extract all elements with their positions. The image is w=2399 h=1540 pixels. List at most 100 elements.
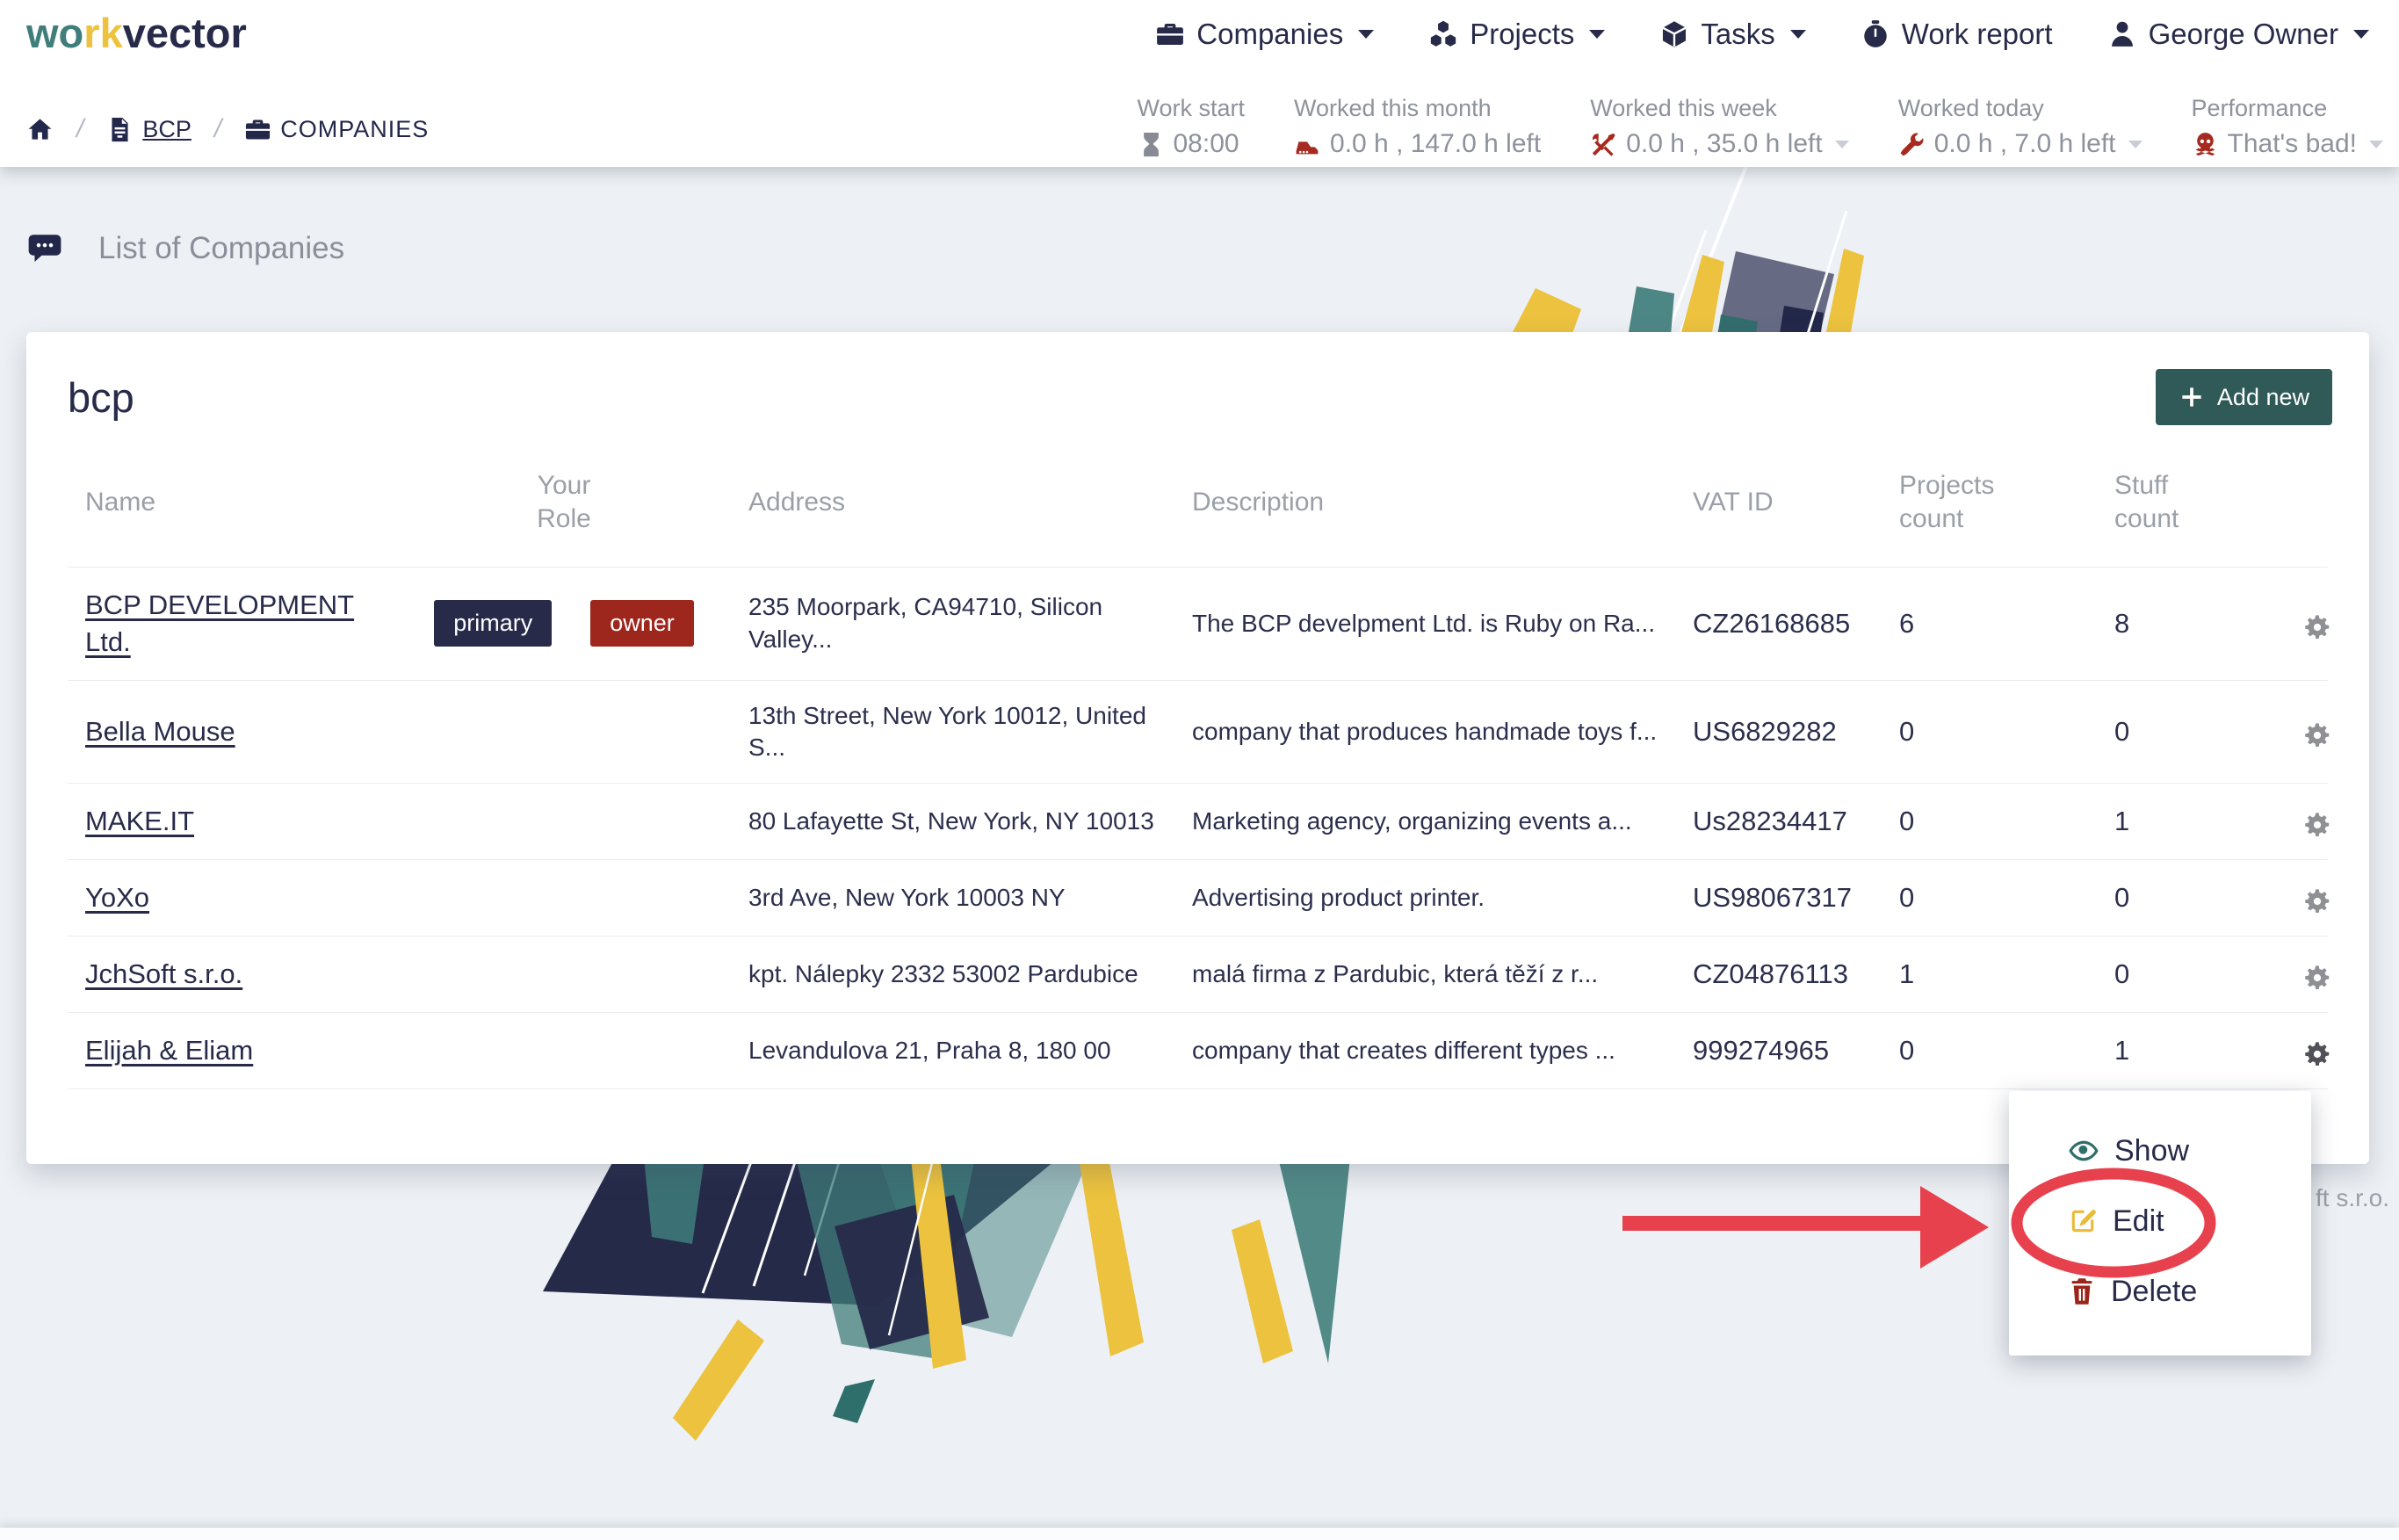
row-actions-button[interactable] — [2303, 613, 2331, 641]
row-actions-button[interactable] — [2303, 887, 2331, 915]
table-row: JchSoft s.r.o. kpt. Nálepky 2332 53002 P… — [68, 936, 2328, 1013]
app-screen: ft s.r.o. workvector Companies Projects … — [0, 0, 2399, 1540]
context-menu-show[interactable]: Show — [2009, 1116, 2311, 1186]
projects-count: 6 — [1882, 567, 2097, 681]
nav-projects[interactable]: Projects — [1428, 18, 1606, 51]
edit-icon — [2067, 1205, 2099, 1237]
company-vat: CZ04876113 — [1675, 936, 1882, 1013]
logo-part-yellow: rk — [83, 10, 123, 56]
company-name-link[interactable]: Elijah & Eliam — [85, 1035, 253, 1066]
briefcase-icon — [244, 116, 271, 143]
company-vat: US98067317 — [1675, 859, 1882, 937]
owner-badge: owner — [590, 600, 694, 647]
breadcrumb: / BCP / COMPANIES — [26, 114, 429, 144]
context-menu-show-label: Show — [2114, 1133, 2190, 1168]
company-description: Marketing agency, organizing events a... — [1174, 783, 1675, 861]
nav-user-menu[interactable]: George Owner — [2107, 18, 2369, 51]
column-header-vat: VAT ID — [1675, 437, 1882, 568]
column-header-name: Name — [68, 437, 406, 568]
stuff-count: 0 — [2097, 936, 2286, 1013]
header-meta-row: / BCP / COMPANIES Work start 08:00 Worke… — [26, 95, 2385, 159]
column-header-address: Address — [731, 437, 1174, 568]
stat-value: 0.0 h , 35.0 h left — [1590, 129, 1849, 159]
stat-value: 0.0 h , 147.0 h left — [1294, 129, 1541, 159]
projects-count: 0 — [1882, 859, 2097, 937]
main-nav: Companies Projects Tasks Work report Geo… — [1155, 0, 2369, 69]
stat-label: Worked today — [1897, 95, 2044, 121]
company-description: Advertising product printer. — [1174, 859, 1675, 937]
context-menu-edit[interactable]: Edit — [2009, 1186, 2311, 1256]
company-address: 13th Street, New York 10012, United S... — [731, 680, 1174, 784]
company-description: company that produces handmade toys f... — [1174, 680, 1675, 784]
stat-label: Performance — [2191, 95, 2328, 121]
breadcrumb-bcp[interactable]: BCP — [106, 116, 191, 143]
nav-work-report[interactable]: Work report — [1861, 18, 2053, 51]
company-description: The BCP develpment Ltd. is Ruby on Ra... — [1174, 567, 1675, 681]
chevron-down-icon[interactable] — [1834, 140, 1849, 148]
user-icon — [2107, 19, 2137, 49]
company-name-link[interactable]: YoXo — [85, 882, 149, 913]
breadcrumb-separator: / — [76, 114, 84, 143]
company-name-link[interactable]: BCP DEVELOPMENT Ltd. — [85, 589, 354, 657]
stat-value: That's bad! — [2192, 129, 2383, 159]
nav-tasks[interactable]: Tasks — [1659, 18, 1806, 51]
chevron-down-icon — [1358, 30, 1375, 39]
company-vat: 999274965 — [1675, 1012, 1882, 1089]
nav-companies-label: Companies — [1196, 18, 1344, 50]
gear-icon — [2303, 887, 2331, 915]
context-menu-delete[interactable]: Delete — [2009, 1256, 2311, 1327]
row-actions-button[interactable] — [2303, 964, 2331, 992]
company-name-link[interactable]: JchSoft s.r.o. — [85, 958, 242, 989]
briefcase-icon — [1155, 19, 1185, 49]
company-name-link[interactable]: Bella Mouse — [85, 716, 235, 747]
table-row: Elijah & Eliam Levandulova 21, Praha 8, … — [68, 1012, 2331, 1089]
trash-icon — [2067, 1276, 2097, 1306]
company-address: 235 Moorpark, CA94710, Silicon Valley... — [731, 567, 1174, 681]
logo-part-navy: vector — [122, 10, 247, 56]
card-title: bcp — [68, 373, 134, 421]
add-new-button[interactable]: Add new — [2155, 369, 2332, 425]
nav-tasks-label: Tasks — [1701, 18, 1775, 50]
stuff-count: 1 — [2097, 1012, 2286, 1089]
stat-value: 08:00 — [1138, 129, 1246, 159]
chevron-down-icon[interactable] — [2369, 140, 2383, 148]
chat-bubble-icon — [26, 230, 63, 267]
gear-icon — [2303, 811, 2331, 839]
company-address: 3rd Ave, New York 10003 NY — [731, 859, 1174, 937]
breadcrumb-bcp-link[interactable]: BCP — [142, 116, 191, 143]
stat-value: 0.0 h , 7.0 h left — [1898, 129, 2142, 159]
wrench-icon — [1898, 131, 1926, 158]
eye-icon — [2067, 1134, 2100, 1168]
page-bottom-strip — [0, 1528, 2399, 1540]
companies-card: bcp Add new Name Your Role Address Descr… — [26, 332, 2369, 1164]
background-text-fragment: ft s.r.o. — [2316, 1184, 2390, 1211]
row-actions-button[interactable] — [2303, 811, 2331, 839]
nav-projects-label: Projects — [1470, 18, 1575, 50]
annotation-arrow — [1622, 1186, 1989, 1269]
column-header-actions — [2286, 437, 2328, 568]
chevron-down-icon — [1789, 30, 1806, 39]
nav-work-report-label: Work report — [1901, 18, 2053, 50]
stuff-count: 0 — [2097, 859, 2286, 937]
file-icon — [106, 116, 134, 143]
company-address: Levandulova 21, Praha 8, 180 00 — [731, 1012, 1174, 1089]
stat-worked-this-week: Worked this week 0.0 h , 35.0 h left — [1590, 95, 1849, 159]
stat-label: Worked this month — [1294, 95, 1492, 121]
home-icon — [26, 116, 54, 143]
gear-icon — [2303, 964, 2331, 992]
column-header-stuff-count: Stuff count — [2097, 437, 2286, 568]
column-header-role: Your Role — [406, 437, 731, 568]
table-row: BCP DEVELOPMENT Ltd. primary owner 235 Mo… — [68, 567, 2331, 681]
app-logo[interactable]: workvector — [26, 9, 247, 57]
gear-icon — [2303, 613, 2331, 641]
row-actions-button[interactable] — [2303, 1040, 2331, 1068]
breadcrumb-companies[interactable]: COMPANIES — [244, 116, 429, 143]
chevron-down-icon[interactable] — [2128, 140, 2142, 148]
nav-companies[interactable]: Companies — [1155, 18, 1375, 51]
breadcrumb-home[interactable] — [26, 116, 54, 143]
company-description: malá firma z Pardubic, která těží z r... — [1174, 936, 1675, 1013]
row-actions-button[interactable] — [2303, 721, 2331, 749]
company-name-link[interactable]: MAKE.IT — [85, 806, 194, 836]
breadcrumb-separator: / — [213, 114, 222, 143]
stat-work-start: Work start 08:00 — [1138, 95, 1246, 159]
